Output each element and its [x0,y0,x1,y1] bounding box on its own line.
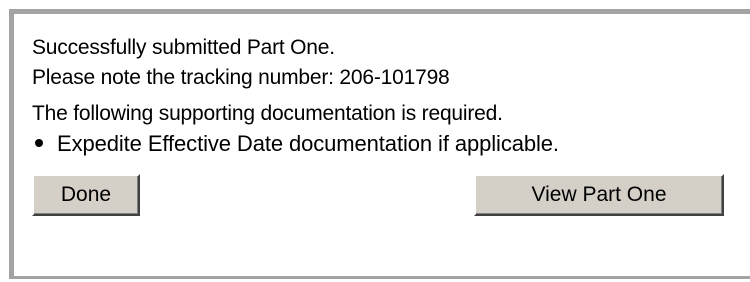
bullet-icon [35,138,43,147]
documentation-required-text: The following supporting documentation i… [32,102,503,125]
success-message: Successfully submitted Part One. [32,36,335,59]
done-button[interactable]: Done [32,174,140,216]
requirement-list-item: Expedite Effective Date documentation if… [32,132,559,156]
view-part-one-button[interactable]: View Part One [474,174,724,216]
requirement-text: Expedite Effective Date documentation if… [57,131,559,156]
confirmation-panel: Successfully submitted Part One. Please … [9,9,750,279]
tracking-number-text: Please note the tracking number: 206-101… [32,66,450,89]
